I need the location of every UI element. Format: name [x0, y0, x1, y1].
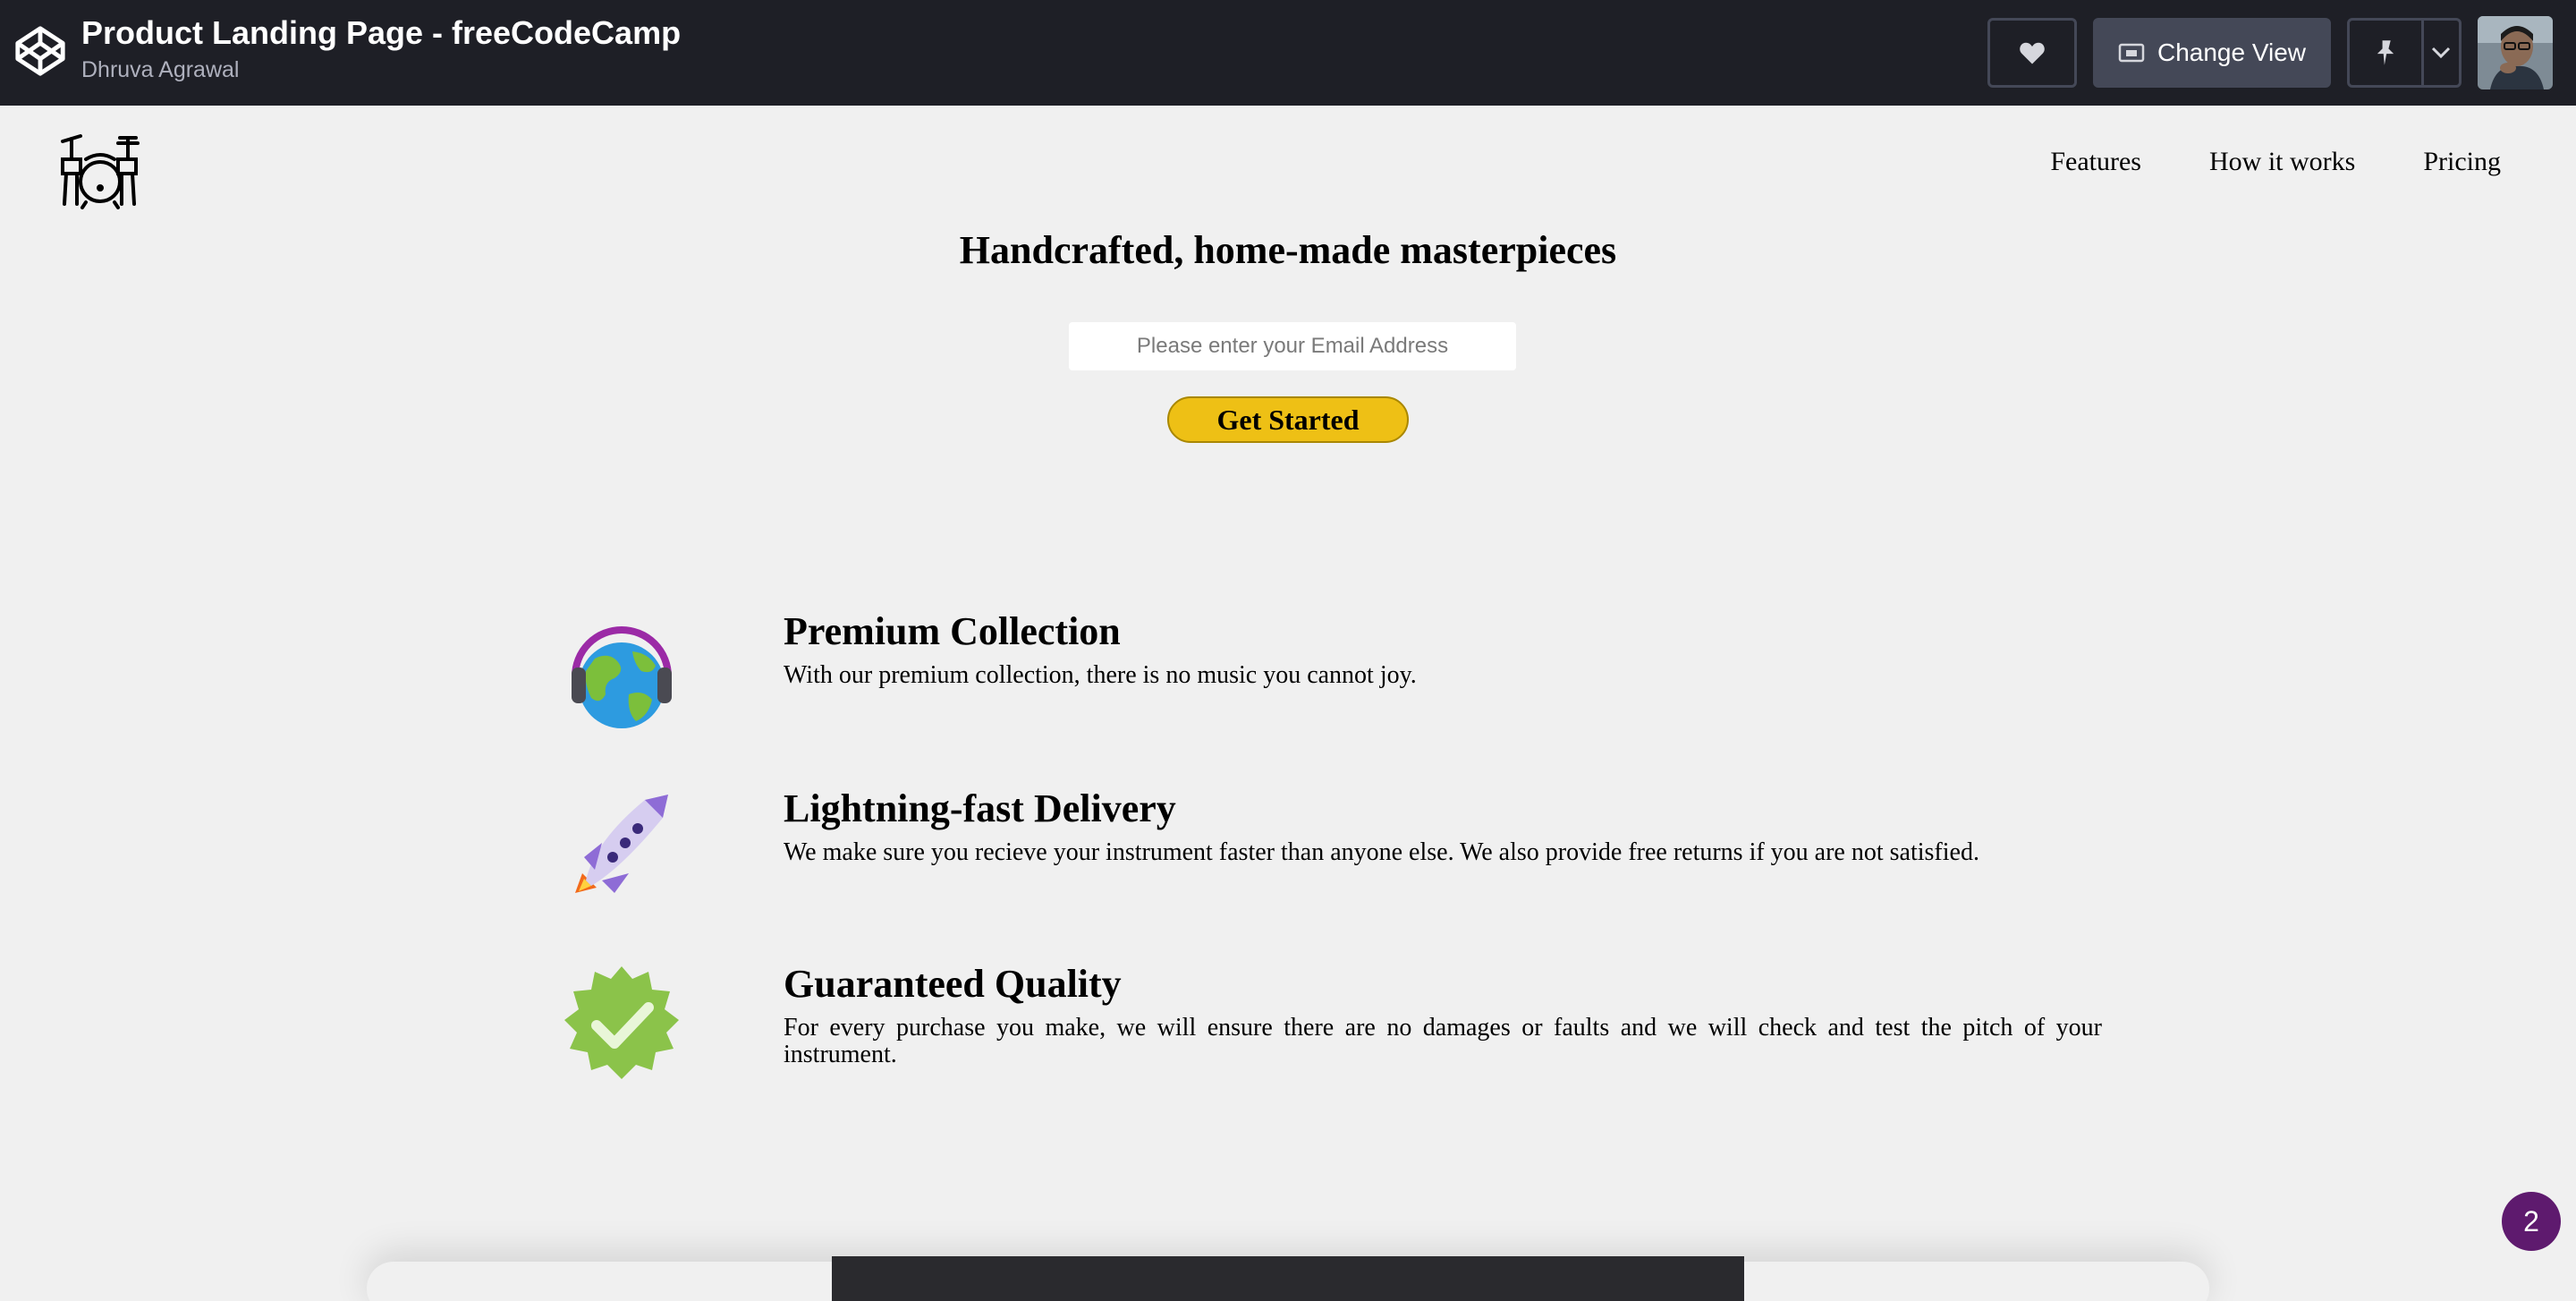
user-avatar[interactable]: [2478, 16, 2553, 89]
avatar-icon: [2478, 16, 2553, 89]
pin-button[interactable]: [2350, 21, 2424, 85]
codepen-logo-icon[interactable]: [13, 23, 68, 79]
video-embed[interactable]: [832, 1256, 1744, 1301]
nav-link-how-it-works[interactable]: How it works: [2209, 147, 2355, 177]
feature-description: With our premium collection, there is no…: [784, 661, 1417, 689]
get-started-button[interactable]: Get Started: [1167, 396, 1409, 443]
nav-link-features[interactable]: Features: [2050, 147, 2141, 177]
pin-icon: [2377, 40, 2394, 65]
feature-description: We make sure you recieve your instrument…: [784, 838, 1979, 866]
drum-kit-logo-icon[interactable]: [59, 132, 140, 209]
change-view-label: Change View: [2157, 38, 2307, 66]
notification-badge[interactable]: 2: [2502, 1192, 2561, 1251]
globe-headphones-icon: [572, 626, 672, 728]
email-input[interactable]: [1069, 322, 1516, 370]
feature-description: For every purchase you make, we will ens…: [784, 1014, 2102, 1068]
rocket-icon: [575, 795, 668, 893]
nav-link-pricing[interactable]: Pricing: [2423, 147, 2501, 177]
pen-author[interactable]: Dhruva Agrawal: [81, 57, 239, 83]
feature-title: Lightning-fast Delivery: [784, 787, 1176, 830]
main-nav: Features How it works Pricing: [2050, 147, 2501, 177]
pen-title[interactable]: Product Landing Page - freeCodeCamp: [81, 14, 681, 52]
change-view-button[interactable]: Change View: [2093, 18, 2331, 88]
like-button[interactable]: [1987, 18, 2077, 88]
heart-icon: [2020, 42, 2045, 64]
feature-title: Premium Collection: [784, 609, 1121, 653]
pin-button-group: [2347, 18, 2462, 88]
feature-title: Guaranteed Quality: [784, 962, 1122, 1006]
chevron-down-icon: [2432, 47, 2451, 59]
codepen-header: Product Landing Page - freeCodeCamp Dhru…: [0, 0, 2576, 106]
layout-icon: [2118, 43, 2145, 63]
check-badge-icon: [564, 966, 679, 1079]
hero-title: Handcrafted, home-made masterpieces: [959, 228, 1617, 272]
pin-dropdown-button[interactable]: [2424, 21, 2459, 85]
